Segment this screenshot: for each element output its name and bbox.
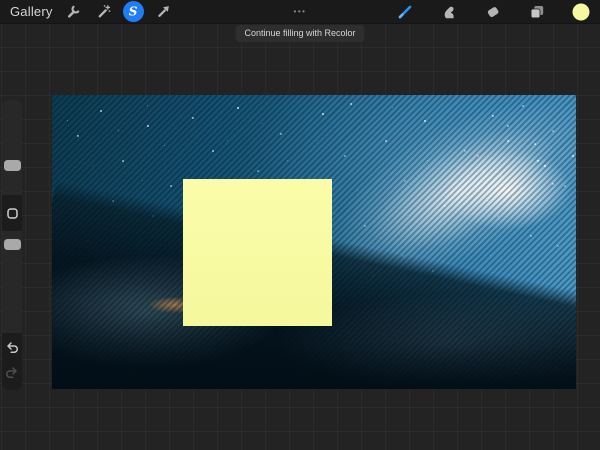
- brush-icon: [398, 5, 412, 18]
- magic-wand-icon: [98, 5, 111, 18]
- erase-button[interactable]: [482, 1, 504, 23]
- adjustments-button[interactable]: [93, 1, 115, 23]
- tooltip-text: Continue filling with Recolor: [244, 28, 356, 38]
- top-toolbar: Gallery S •••: [0, 0, 600, 24]
- paint-button[interactable]: [394, 1, 416, 23]
- brush-size-slider[interactable]: [2, 100, 22, 195]
- artwork-canvas[interactable]: [52, 95, 576, 389]
- layers-icon: [530, 5, 544, 18]
- wrench-icon: [68, 5, 80, 18]
- actions-button[interactable]: [63, 1, 85, 23]
- toolbar-left-group: Gallery S: [0, 0, 175, 23]
- layers-button[interactable]: [526, 1, 548, 23]
- transform-button[interactable]: [153, 1, 175, 23]
- square-icon: [6, 207, 18, 219]
- sidebar: [2, 100, 22, 390]
- color-swatch: [572, 3, 590, 20]
- yellow-fill-rectangle[interactable]: [183, 179, 332, 326]
- redo-arrow-icon: [6, 367, 17, 378]
- selection-button[interactable]: S: [123, 1, 145, 23]
- smudge-finger-icon: [444, 6, 454, 18]
- undo-button[interactable]: [5, 340, 19, 359]
- tooltip: Continue filling with Recolor: [235, 25, 365, 42]
- opacity-slider-handle[interactable]: [3, 239, 21, 250]
- eraser-icon: [487, 6, 499, 17]
- redo-button[interactable]: [5, 365, 19, 384]
- toolbar-right-group: [394, 0, 600, 23]
- undo-arrow-icon: [7, 342, 18, 353]
- size-slider-handle[interactable]: [3, 160, 21, 171]
- gallery-button[interactable]: Gallery: [10, 4, 55, 19]
- selection-active-circle: S: [123, 1, 145, 22]
- selection-s-icon: S: [128, 4, 138, 18]
- color-button[interactable]: [570, 1, 592, 23]
- smudge-button[interactable]: [438, 1, 460, 23]
- arrow-cursor-icon: [158, 6, 169, 17]
- canvas-options-dots[interactable]: •••: [294, 0, 307, 23]
- procreate-window: Gallery S ••• Continue filling with Reco…: [0, 0, 600, 450]
- modify-button[interactable]: [2, 195, 22, 231]
